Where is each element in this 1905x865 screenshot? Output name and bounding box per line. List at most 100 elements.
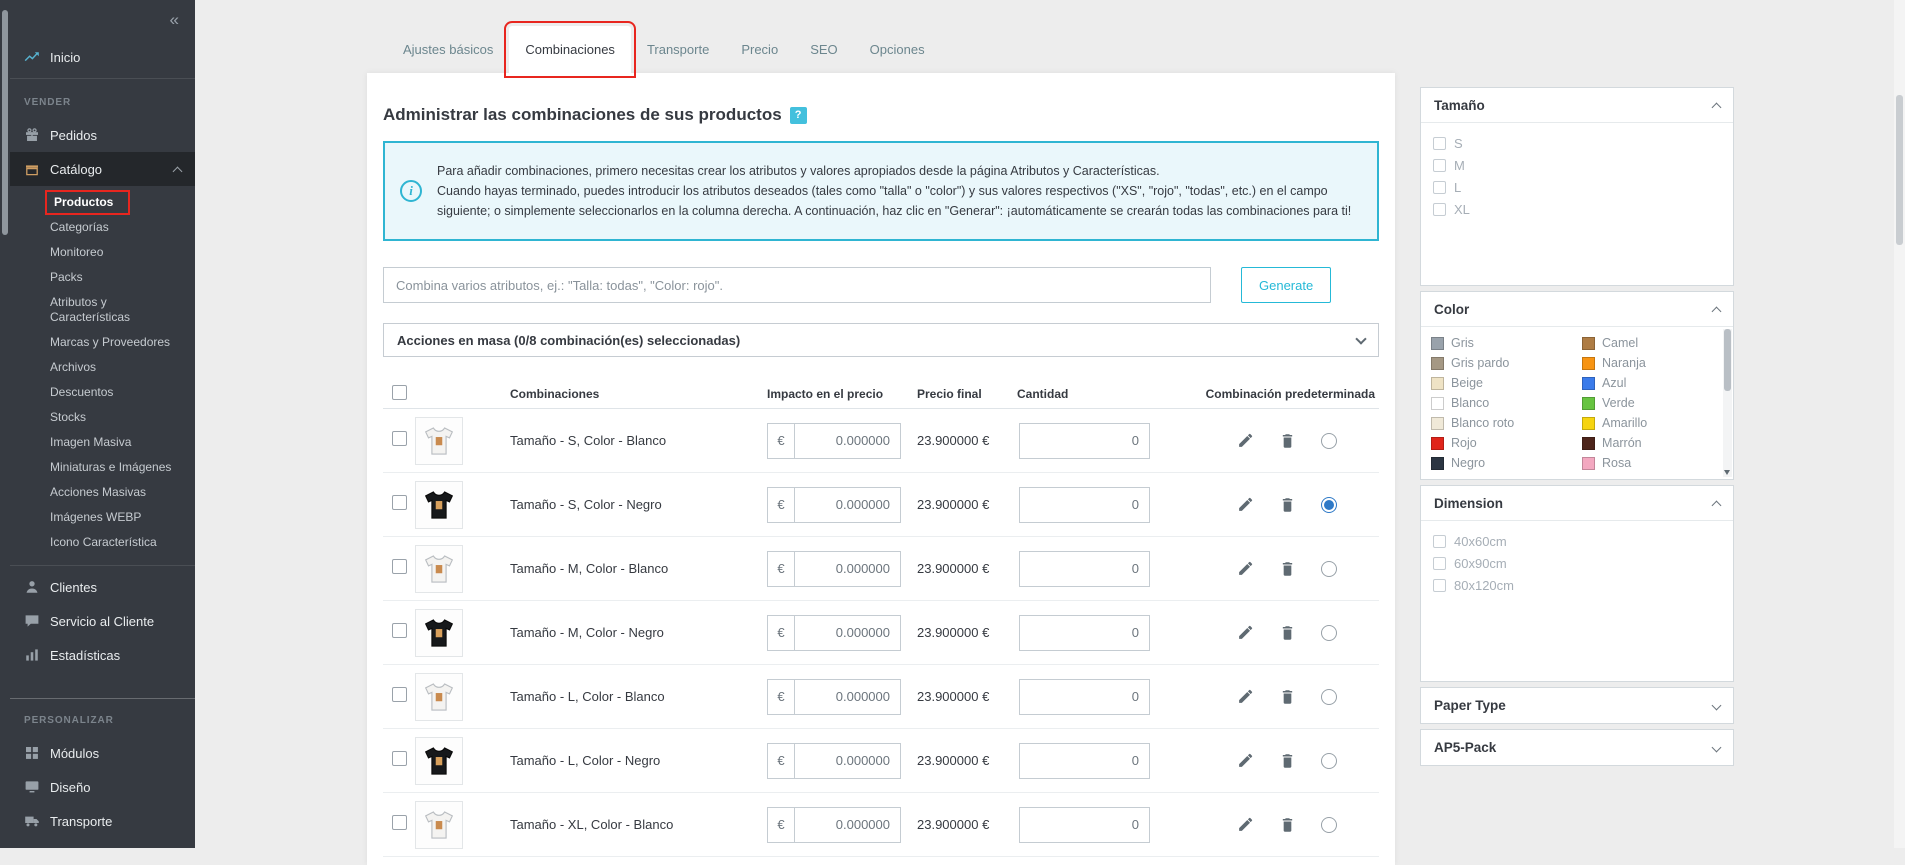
color-option-blanco[interactable]: Blanco	[1431, 393, 1580, 413]
quantity-input[interactable]	[1019, 678, 1150, 715]
row-checkbox[interactable]	[392, 430, 407, 446]
row-checkbox[interactable]	[392, 558, 407, 574]
color-option-azul[interactable]: Azul	[1582, 373, 1713, 393]
attribute-option-40x60[interactable]: 40x60cm	[1433, 530, 1721, 552]
sidebar-item-imagenes-webp[interactable]: Imágenes WEBP	[10, 505, 195, 530]
attribute-option-xl[interactable]: XL	[1433, 198, 1721, 220]
edit-button[interactable]	[1237, 816, 1255, 834]
color-option-gris[interactable]: Gris	[1431, 333, 1580, 353]
edit-button[interactable]	[1237, 688, 1255, 706]
color-option-rosa[interactable]: Rosa	[1582, 453, 1713, 473]
delete-button[interactable]	[1279, 560, 1297, 578]
edit-button[interactable]	[1237, 432, 1255, 450]
attribute-group-header[interactable]: Paper Type	[1421, 688, 1733, 723]
sidebar-item-categorias[interactable]: Categorías	[10, 215, 195, 240]
sidebar-item-diseno[interactable]: Diseño	[10, 770, 195, 804]
attribute-option-80x120[interactable]: 80x120cm	[1433, 574, 1721, 596]
edit-button[interactable]	[1237, 624, 1255, 642]
sidebar-item-monitoreo[interactable]: Monitoreo	[10, 240, 195, 265]
sidebar-item-packs[interactable]: Packs	[10, 265, 195, 290]
attribute-group-header[interactable]: Color	[1421, 292, 1733, 327]
row-checkbox[interactable]	[392, 494, 407, 510]
sidebar-item-transporte[interactable]: Transporte	[10, 804, 195, 838]
quantity-input[interactable]	[1019, 486, 1150, 523]
combinations-attribute-input[interactable]	[383, 267, 1211, 303]
quantity-input[interactable]	[1019, 422, 1150, 459]
sidebar-item-miniaturas[interactable]: Miniaturas e Imágenes	[10, 455, 195, 480]
sidebar-item-archivos[interactable]: Archivos	[10, 355, 195, 380]
tab-opciones[interactable]: Opciones	[854, 26, 941, 73]
row-checkbox[interactable]	[392, 686, 407, 702]
generate-button[interactable]: Generate	[1241, 267, 1332, 303]
attribute-group-header[interactable]: AP5-Pack	[1421, 730, 1733, 765]
default-combination-radio[interactable]	[1321, 816, 1337, 833]
sidebar-item-servicio-cliente[interactable]: Servicio al Cliente	[10, 604, 195, 638]
row-checkbox[interactable]	[392, 814, 407, 830]
checkbox[interactable]	[1433, 202, 1446, 216]
attribute-option-m[interactable]: M	[1433, 154, 1721, 176]
price-impact-input[interactable]	[794, 614, 901, 651]
edit-button[interactable]	[1237, 752, 1255, 770]
tab-seo[interactable]: SEO	[794, 26, 853, 73]
color-option-amarillo[interactable]: Amarillo	[1582, 413, 1713, 433]
delete-button[interactable]	[1279, 624, 1297, 642]
default-combination-radio[interactable]	[1321, 432, 1337, 449]
edit-button[interactable]	[1237, 560, 1255, 578]
row-checkbox[interactable]	[392, 750, 407, 766]
sidebar-item-atributos[interactable]: Atributos y Características	[10, 290, 195, 330]
tab-transporte[interactable]: Transporte	[631, 26, 725, 73]
sidebar-item-imagen-masiva[interactable]: Imagen Masiva	[10, 430, 195, 455]
checkbox[interactable]	[1433, 180, 1446, 194]
sidebar-scrollbar[interactable]	[0, 0, 10, 848]
color-scrollbar[interactable]	[1723, 329, 1732, 477]
tab-precio[interactable]: Precio	[725, 26, 794, 73]
select-all-checkbox[interactable]	[392, 384, 407, 400]
sidebar-item-modulos[interactable]: Módulos	[10, 736, 195, 770]
scrollbar-thumb[interactable]	[1896, 95, 1903, 245]
color-option-rojo[interactable]: Rojo	[1431, 433, 1580, 453]
sidebar-item-catalogo[interactable]: Catálogo	[10, 152, 195, 186]
color-option-negro[interactable]: Negro	[1431, 453, 1580, 473]
quantity-input[interactable]	[1019, 550, 1150, 587]
default-combination-radio[interactable]	[1321, 560, 1337, 577]
price-impact-input[interactable]	[794, 678, 901, 715]
sidebar-item-acciones-masivas[interactable]: Acciones Masivas	[10, 480, 195, 505]
row-checkbox[interactable]	[392, 622, 407, 638]
price-impact-input[interactable]	[794, 486, 901, 523]
delete-button[interactable]	[1279, 688, 1297, 706]
checkbox[interactable]	[1433, 136, 1446, 150]
default-combination-radio[interactable]	[1321, 496, 1337, 513]
sidebar-item-productos[interactable]: Productos	[10, 190, 195, 215]
default-combination-radio[interactable]	[1321, 688, 1337, 705]
color-option-marron[interactable]: Marrón	[1582, 433, 1713, 453]
delete-button[interactable]	[1279, 816, 1297, 834]
tab-combinaciones[interactable]: Combinaciones	[504, 21, 636, 78]
sidebar-item-estadisticas[interactable]: Estadísticas	[10, 638, 195, 672]
default-combination-radio[interactable]	[1321, 752, 1337, 769]
sidebar-item-marcas[interactable]: Marcas y Proveedores	[10, 330, 195, 355]
color-option-gris-pardo[interactable]: Gris pardo	[1431, 353, 1580, 373]
sidebar-item-clientes[interactable]: Clientes	[10, 570, 195, 604]
price-impact-input[interactable]	[794, 806, 901, 843]
delete-button[interactable]	[1279, 432, 1297, 450]
sidebar-item-descuentos[interactable]: Descuentos	[10, 380, 195, 405]
checkbox[interactable]	[1433, 556, 1446, 570]
quantity-input[interactable]	[1019, 614, 1150, 651]
quantity-input[interactable]	[1019, 806, 1150, 843]
bulk-actions-bar[interactable]: Acciones en masa (0/8 combinación(es) se…	[383, 323, 1379, 357]
scrollbar-thumb[interactable]	[2, 10, 8, 235]
edit-button[interactable]	[1237, 496, 1255, 514]
checkbox[interactable]	[1433, 158, 1446, 172]
price-impact-input[interactable]	[794, 742, 901, 779]
delete-button[interactable]	[1279, 496, 1297, 514]
color-option-naranja[interactable]: Naranja	[1582, 353, 1713, 373]
attribute-group-header[interactable]: Tamaño	[1421, 88, 1733, 123]
tab-ajustes-basicos[interactable]: Ajustes básicos	[387, 26, 509, 73]
delete-button[interactable]	[1279, 752, 1297, 770]
price-impact-input[interactable]	[794, 422, 901, 459]
sidebar-collapse-button[interactable]: «	[10, 0, 195, 40]
help-icon[interactable]: ?	[789, 106, 807, 124]
attribute-group-header[interactable]: Dimension	[1421, 486, 1733, 521]
sidebar-item-stocks[interactable]: Stocks	[10, 405, 195, 430]
color-option-camel[interactable]: Camel	[1582, 333, 1713, 353]
